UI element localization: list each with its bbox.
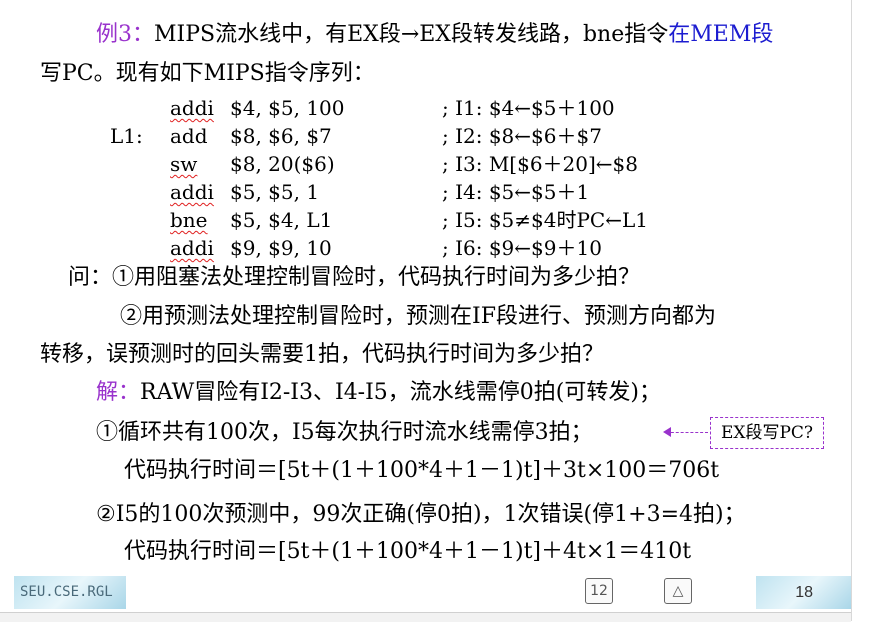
answer-1-time: 代码执行时间＝[5t＋(1＋100*4＋1－1)t]＋3t×100＝706t: [124, 458, 720, 483]
footer-credit: SEU.CSE.RGL: [14, 576, 126, 609]
answer-1: ①循环共有100次，I5每次执行时流水线需停3拍；: [96, 420, 593, 445]
code-op: bne: [170, 208, 208, 232]
code-comment: ; I2: $8←$6＋$7: [442, 124, 602, 148]
code-op: sw: [170, 152, 198, 176]
title-text: MIPS流水线中，有EX段→EX段转发线路，bne指令: [154, 22, 669, 47]
code-label: L1:: [110, 124, 143, 148]
code-args: $8, 20($6): [230, 152, 335, 176]
page-number: 18: [756, 576, 851, 609]
nav-up-button[interactable]: △: [664, 578, 692, 604]
title-line-2: 写PC。现有如下MIPS指令序列：: [40, 61, 375, 86]
code-args: $8, $6, $7: [230, 124, 332, 148]
question-2a: ②用预测法处理控制冒险时，预测在IF段进行、预测方向都为: [120, 304, 716, 329]
callout-arrow: [666, 432, 708, 433]
window-scroll-strip: [851, 0, 882, 621]
example-label: 例3：: [96, 22, 154, 47]
code-op: addi: [170, 96, 214, 120]
arrow-left-icon: [663, 427, 671, 437]
answer-intro: RAW冒险有I2-I3、I4-I5，流水线需停0拍(可转发)；: [140, 380, 661, 405]
code-op: addi: [170, 180, 214, 204]
slide: 例3：MIPS流水线中，有EX段→EX段转发线路，bne指令在MEM段 写PC。…: [0, 0, 851, 612]
title-highlight: 在MEM段: [668, 22, 774, 47]
code-args: $9, $9, 10: [230, 236, 332, 260]
answer-2-time: 代码执行时间＝[5t＋(1＋100*4＋1－1)t]＋4t×1＝410t: [124, 539, 692, 564]
code-args: $4, $5, 100: [230, 96, 345, 120]
nav-back-button[interactable]: 12: [585, 578, 613, 604]
answer-2: ②I5的100次预测中，99次正确(停0拍)，1次错误(停1+3=4拍)；: [96, 502, 746, 527]
code-comment: ; I4: $5←$5＋1: [442, 180, 590, 204]
question-1: 问：①用阻塞法处理控制冒险时，代码执行时间为多少拍？: [68, 265, 641, 290]
code-args: $5, $4, L1: [230, 208, 333, 232]
answer-label: 解：: [96, 380, 141, 405]
code-op: add: [170, 124, 208, 148]
title-line-1: 例3：MIPS流水线中，有EX段→EX段转发线路，bne指令在MEM段: [96, 20, 773, 50]
answer-intro-line: 解：RAW冒险有I2-I3、I4-I5，流水线需停0拍(可转发)；: [96, 378, 661, 408]
code-args: $5, $5, 1: [230, 180, 320, 204]
code-comment: ; I1: $4←$5＋100: [442, 96, 615, 120]
code-comment: ; I5: $5≠$4时PC←L1: [442, 208, 648, 232]
code-op: addi: [170, 236, 214, 260]
question-2b: 转移，误预测时的回头需要1拍，代码执行时间为多少拍？: [40, 342, 604, 367]
code-comment: ; I3: M[$6＋20]←$8: [442, 152, 639, 176]
callout-box: EX段写PC?: [710, 417, 824, 449]
code-comment: ; I6: $9←$9＋10: [442, 236, 602, 260]
